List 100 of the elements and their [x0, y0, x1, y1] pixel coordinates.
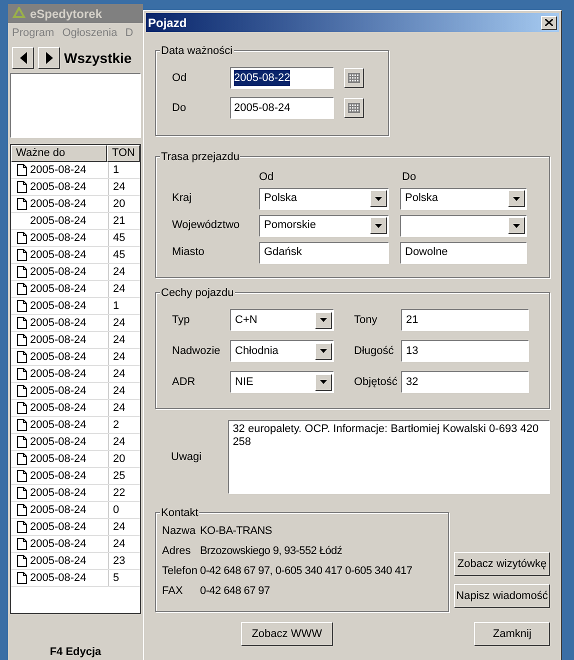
table-cell-text: 2005-08-24: [30, 298, 86, 314]
document-icon: [17, 300, 27, 312]
table-cell-text: 2005-08-24: [30, 248, 86, 263]
field-label: ADR: [172, 374, 196, 390]
table-cell-text: 2005-08-24: [30, 316, 86, 331]
document-icon: [17, 232, 27, 244]
select-field[interactable]: [400, 214, 527, 236]
table-cell-text: 24: [112, 332, 126, 348]
table-cell-text: 2005-08-24: [30, 332, 86, 348]
document-icon: [17, 351, 27, 363]
table-cell-text: 24: [112, 366, 126, 382]
field-label: Uwagi: [170, 450, 203, 465]
field-label: Województwo: [172, 218, 241, 234]
close-button[interactable]: [541, 16, 557, 30]
date-field[interactable]: 2005-08-24: [230, 97, 334, 119]
table-cell-text: 22: [112, 486, 126, 501]
dropdown-button[interactable]: [370, 217, 387, 234]
document-icon: [17, 385, 27, 397]
table-cell-text: 24: [112, 264, 126, 280]
down-arrow-icon: [320, 349, 327, 353]
document-icon: [17, 453, 27, 465]
select-field[interactable]: Polska: [259, 188, 389, 210]
table-cell-text: 2005-08-24: [30, 536, 86, 552]
dialog-button[interactable]: Zamknij: [474, 622, 550, 646]
document-icon: [17, 436, 27, 448]
text-field[interactable]: 13: [401, 340, 529, 362]
table-cell-text: 2005-08-24: [30, 214, 86, 229]
text-field[interactable]: 21: [401, 309, 529, 331]
field-label: Objętość: [354, 374, 398, 390]
table-cell-text: 2005-08-24: [30, 468, 86, 484]
table-cell-text: 5: [112, 570, 120, 586]
document-icon: [17, 198, 27, 210]
document-icon: [17, 317, 27, 329]
table-cell-text: 20: [112, 452, 126, 467]
dropdown-button[interactable]: [315, 312, 332, 328]
notes-field[interactable]: 32 europalety. OCP. Informacje: Bartłomiej Kowalski 0-693 420 258: [228, 420, 550, 494]
table-cell-text: 2005-08-24: [30, 162, 86, 178]
calendar-button[interactable]: [344, 68, 364, 88]
window-title: eSpedytorek: [30, 6, 102, 22]
dialog-title: Pojazd: [148, 14, 187, 32]
document-icon: [17, 521, 27, 533]
document-icon: [17, 368, 27, 380]
text-field[interactable]: Gdańsk: [259, 242, 389, 264]
group-legend: Trasa przejazdu: [160, 149, 240, 166]
field-label: Telefon: [162, 564, 198, 580]
field-label: Miasto: [172, 245, 206, 260]
contact-value: KO-BA-TRANS: [200, 524, 272, 540]
field-label: Typ: [172, 312, 191, 328]
status-text: F4 Edycja: [50, 644, 102, 660]
dialog-button[interactable]: Napisz wiadomość: [454, 584, 550, 608]
dialog-button[interactable]: Zobacz wizytówkę: [454, 552, 550, 576]
text-field[interactable]: Dowolne: [400, 242, 527, 264]
select-field[interactable]: NIE: [230, 371, 334, 393]
table-cell-text: 2005-08-24: [30, 400, 86, 416]
date-field[interactable]: 2005-08-22: [230, 67, 334, 89]
table-cell-text: 2005-08-24: [30, 196, 86, 212]
table-cell-text: 45: [112, 248, 126, 263]
calendar-button[interactable]: [344, 98, 364, 118]
column-header[interactable]: TON: [106, 145, 140, 162]
table-cell-text: 2005-08-24: [30, 366, 86, 382]
recycle-logo-icon: [12, 6, 26, 20]
document-icon: [17, 164, 27, 176]
dialog-button[interactable]: Zobacz WWW: [240, 622, 334, 646]
column-header[interactable]: Ważne do: [11, 145, 107, 162]
table-cell-text: 2005-08-24: [30, 570, 86, 586]
select-field[interactable]: Pomorskie: [259, 214, 389, 236]
column-label: Do: [402, 170, 416, 185]
dropdown-button[interactable]: [370, 190, 387, 207]
table-cell-text: 1: [112, 298, 120, 314]
dropdown-button[interactable]: [315, 342, 332, 360]
group-legend: Cechy pojazdu: [160, 285, 235, 302]
document-icon: [17, 181, 27, 193]
dropdown-button[interactable]: [508, 190, 525, 207]
down-arrow-icon: [513, 196, 520, 200]
field-label: Kraj: [172, 191, 193, 206]
document-icon: [17, 283, 27, 295]
table-cell-text: 24: [112, 180, 126, 195]
table-cell-text: 2005-08-24: [30, 502, 86, 518]
dropdown-button[interactable]: [508, 217, 525, 234]
field-label: Nadwozie: [172, 344, 222, 359]
select-field[interactable]: Polska: [400, 188, 527, 210]
table-cell-text: 1: [112, 162, 120, 178]
document-icon: [17, 555, 27, 567]
back-button[interactable]: [12, 47, 34, 69]
table-cell-text: 2005-08-24: [30, 486, 86, 501]
document-icon: [17, 402, 27, 414]
select-field[interactable]: Chłodnia: [230, 340, 334, 362]
table-cell-text: 24: [112, 536, 126, 552]
field-label: Tony: [354, 312, 378, 328]
document-icon: [17, 266, 27, 278]
select-field[interactable]: C+N: [230, 309, 334, 331]
dropdown-button[interactable]: [315, 374, 332, 390]
forward-button[interactable]: [38, 47, 60, 69]
table-cell-text: 2005-08-24: [30, 180, 86, 195]
table-cell-text: 2005-08-24: [30, 434, 86, 450]
down-arrow-icon: [375, 196, 382, 200]
contact-value: 0-42 648 67 97, 0-605 340 417 0-605 340 417: [200, 564, 412, 580]
down-arrow-icon: [375, 224, 382, 228]
table-cell-text: 2005-08-24: [30, 282, 86, 297]
text-field[interactable]: 32: [401, 371, 529, 393]
